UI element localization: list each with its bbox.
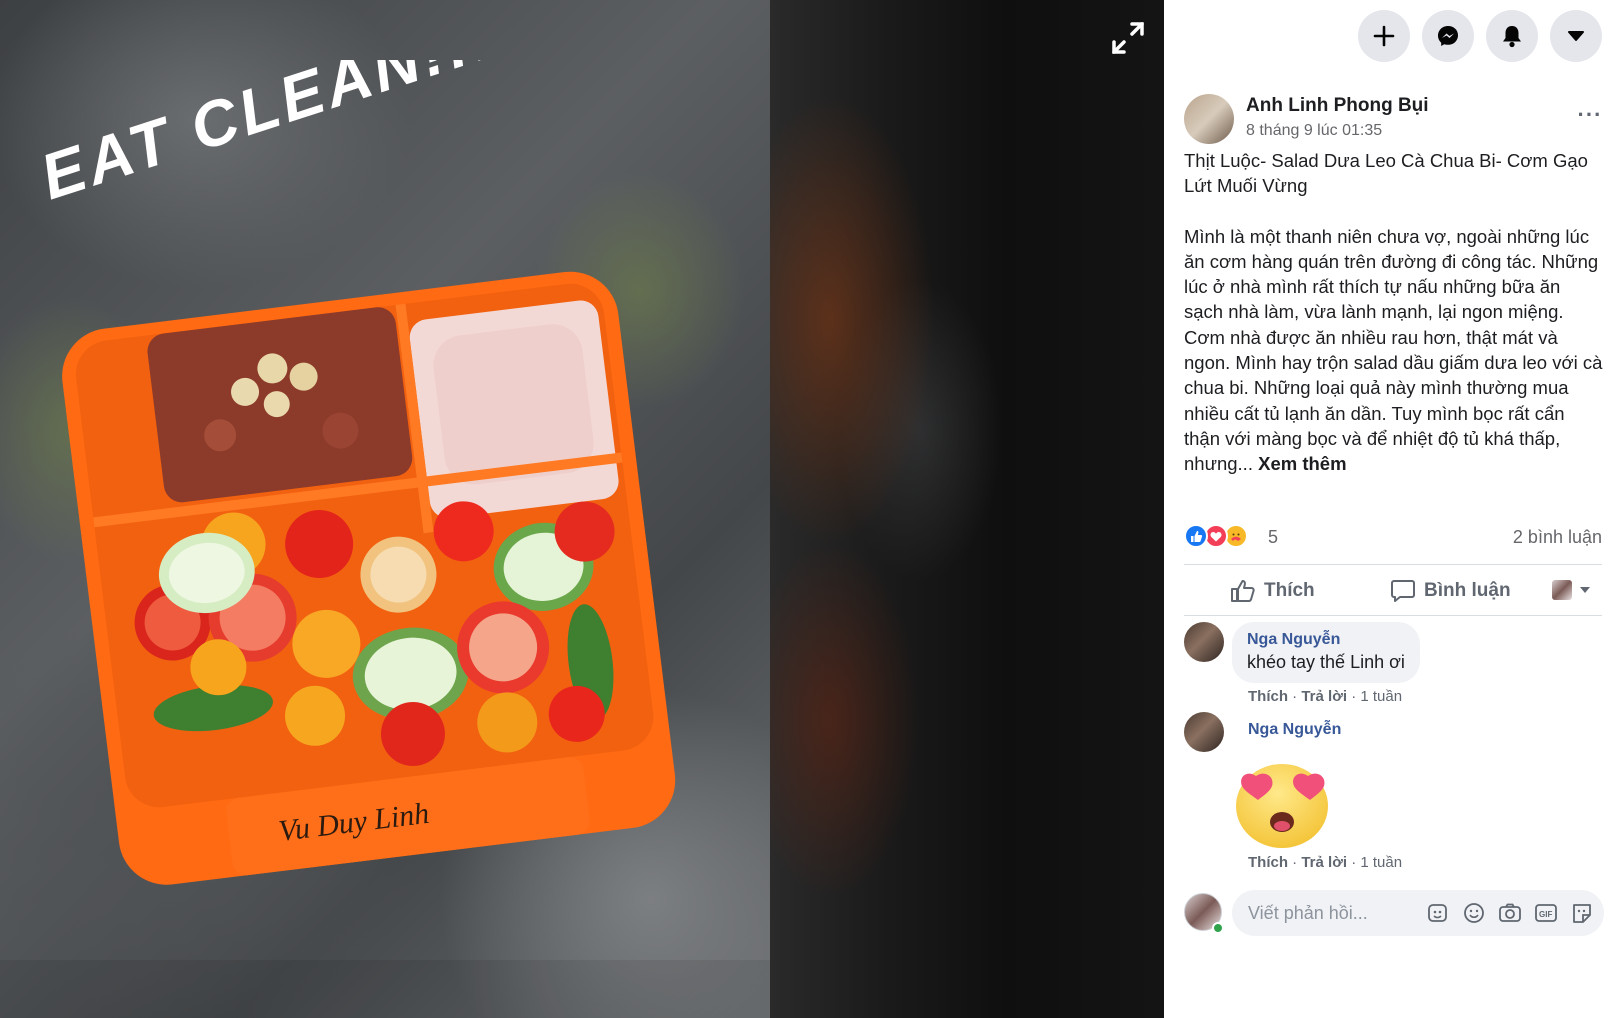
eat-clean-text: EAT CLEAN!!! xyxy=(32,60,500,213)
comment-like-link[interactable]: Thích xyxy=(1248,854,1288,871)
comment-age[interactable]: 1 tuần xyxy=(1360,688,1402,705)
online-status-dot xyxy=(1212,922,1224,934)
selected-profile-avatar xyxy=(1552,580,1572,600)
like-button[interactable]: Thích xyxy=(1230,565,1315,617)
post-side-panel: Anh Linh Phong Bụi 8 tháng 9 lúc 01:35 ·… xyxy=(1164,0,1620,1018)
comment-reply-link[interactable]: Trả lời xyxy=(1301,854,1347,871)
messenger-button[interactable] xyxy=(1422,10,1474,62)
top-actions-bar xyxy=(1358,10,1602,62)
bell-icon xyxy=(1503,26,1521,48)
comment-reply-link[interactable]: Trả lời xyxy=(1301,688,1347,705)
comment-meta: Thích · Trả lời · 1 tuần xyxy=(1248,854,1403,871)
comment-item: Nga Nguyễn khéo tay thế Linh ơi Thích · … xyxy=(1184,622,1604,712)
post-options-button[interactable]: ··· xyxy=(1576,104,1604,130)
author-name[interactable]: Anh Linh Phong Bụi xyxy=(1246,95,1429,117)
comment-meta: Thích · Trả lời · 1 tuần xyxy=(1248,688,1403,705)
commenter-name[interactable]: Nga Nguyễn xyxy=(1247,631,1405,649)
account-menu-button[interactable] xyxy=(1550,10,1602,62)
photo-blur-background xyxy=(770,0,1164,1018)
commenter-avatar[interactable] xyxy=(1184,712,1224,752)
comment-bubble-icon xyxy=(1391,580,1415,602)
commenter-name[interactable]: Nga Nguyễn xyxy=(1248,721,1341,739)
avatar-sticker-icon[interactable] xyxy=(1426,902,1450,924)
comment-as-selector[interactable] xyxy=(1552,580,1590,600)
post-actions-bar: Thích Bình luận xyxy=(1184,564,1602,616)
reply-tools: GIF xyxy=(1426,902,1594,924)
comment-button[interactable]: Bình luận xyxy=(1390,565,1511,617)
thumbs-up-icon xyxy=(1231,580,1255,602)
author-avatar[interactable] xyxy=(1184,94,1234,144)
like-reaction-icon[interactable] xyxy=(1184,524,1208,548)
expand-icon xyxy=(1112,22,1144,54)
comment-label: Bình luận xyxy=(1424,580,1511,601)
post-content: Thịt Luộc- Salad Dưa Leo Cà Chua Bi- Cơm… xyxy=(1184,148,1604,477)
like-label: Thích xyxy=(1264,580,1315,601)
post-text-wrapper: Mình là một thanh niên chưa vợ, ngoài nh… xyxy=(1184,224,1604,477)
notifications-button[interactable] xyxy=(1486,10,1538,62)
comment-bubble: Nga Nguyễn khéo tay thế Linh ơi xyxy=(1232,622,1420,683)
create-button[interactable] xyxy=(1358,10,1410,62)
more-dots-icon: ··· xyxy=(1577,102,1603,127)
eat-clean-lettering: EAT CLEAN!!! xyxy=(32,60,500,213)
fullscreen-expand-button[interactable] xyxy=(1108,18,1148,58)
facebook-photo-viewer: Vu Duy Linh EAT CLEAN!!! Anh Linh Phong … xyxy=(0,0,1620,1018)
comment-text: khéo tay thế Linh ơi xyxy=(1247,652,1405,672)
camera-icon[interactable] xyxy=(1498,902,1522,924)
post-timestamp[interactable]: 8 tháng 9 lúc 01:35 xyxy=(1246,122,1382,140)
reply-composer: GIF xyxy=(1184,890,1604,936)
caret-down-icon xyxy=(1568,31,1584,41)
reaction-count[interactable]: 5 xyxy=(1268,527,1278,548)
post-header: Anh Linh Phong Bụi 8 tháng 9 lúc 01:35 ·… xyxy=(1184,94,1604,144)
post-photo[interactable]: Vu Duy Linh EAT CLEAN!!! xyxy=(0,0,770,1018)
emoji-icon[interactable] xyxy=(1462,902,1486,924)
comment-age[interactable]: 1 tuần xyxy=(1360,854,1402,871)
see-more-link[interactable]: Xem thêm xyxy=(1258,453,1346,474)
comment-item: Nga Nguyễn Thích · Trả lời · 1 tuần xyxy=(1184,712,1604,882)
post-title: Thịt Luộc- Salad Dưa Leo Cà Chua Bi- Cơm… xyxy=(1184,150,1588,197)
chevron-down-icon xyxy=(1580,587,1590,593)
comment-count[interactable]: 2 bình luận xyxy=(1513,527,1602,548)
messenger-icon xyxy=(1438,26,1458,46)
gif-icon[interactable]: GIF xyxy=(1534,902,1558,924)
comment-like-link[interactable]: Thích xyxy=(1248,688,1288,705)
photo-stage: Vu Duy Linh EAT CLEAN!!! xyxy=(0,0,1164,1018)
heart-eyes-emoji-icon xyxy=(1236,764,1328,848)
reactions-summary: 5 2 bình luận xyxy=(1184,522,1602,552)
svg-text:GIF: GIF xyxy=(1539,910,1552,919)
commenter-avatar[interactable] xyxy=(1184,622,1224,662)
post-text: Mình là một thanh niên chưa vợ, ngoài nh… xyxy=(1184,225,1603,475)
sticker-icon[interactable] xyxy=(1570,902,1594,924)
plus-icon xyxy=(1373,25,1395,47)
